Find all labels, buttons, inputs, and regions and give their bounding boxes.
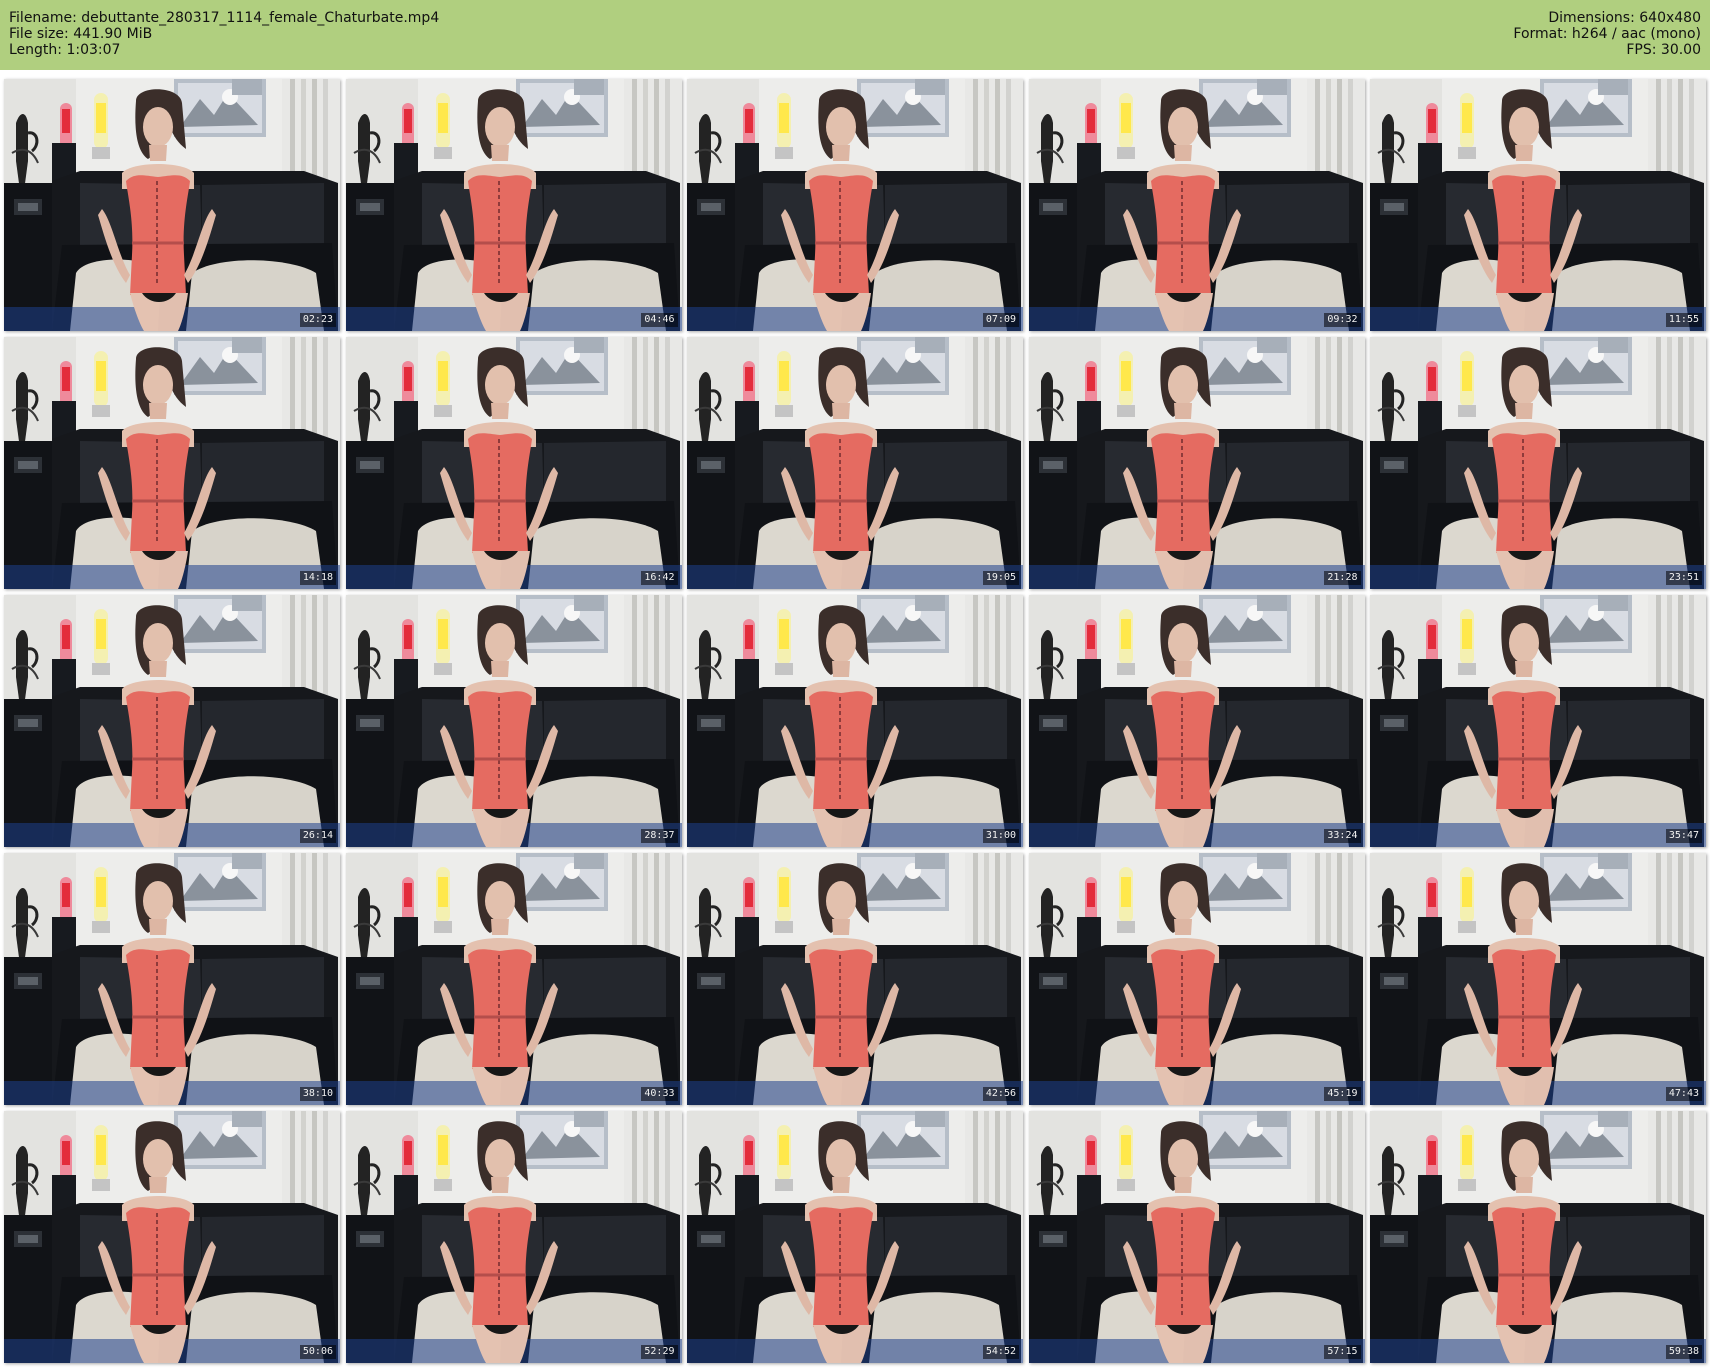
length-text: Length: 1:03:07	[9, 42, 121, 58]
timestamp-label: 54:52	[982, 1345, 1019, 1359]
thumbnail-grid: 02:23 04:46 07:09 09:32 11:55 14:18 16:4…	[4, 79, 1706, 1363]
fps-text: FPS: 30.00	[1626, 42, 1701, 58]
video-thumbnail[interactable]: 47:43	[1370, 853, 1706, 1105]
timestamp-label: 45:19	[1324, 1087, 1361, 1101]
video-thumbnail[interactable]: 26:14	[4, 595, 340, 847]
timestamp-label: 40:33	[641, 1087, 678, 1101]
video-thumbnail[interactable]: 28:37	[345, 595, 682, 847]
video-thumbnail[interactable]: 19:05	[687, 337, 1023, 589]
timestamp-label: 47:43	[1665, 1087, 1702, 1101]
timestamp-label: 07:09	[982, 313, 1019, 327]
timestamp-label: 02:23	[299, 313, 336, 327]
video-thumbnail[interactable]: 33:24	[1028, 595, 1365, 847]
video-thumbnail[interactable]: 50:06	[4, 1111, 340, 1363]
timestamp-label: 16:42	[641, 571, 678, 585]
video-thumbnail[interactable]: 21:28	[1028, 337, 1365, 589]
timestamp-label: 09:32	[1324, 313, 1361, 327]
timestamp-label: 11:55	[1665, 313, 1702, 327]
video-info-right: Dimensions: 640x480 Format: h264 / aac (…	[1513, 10, 1701, 58]
video-thumbnail[interactable]: 45:19	[1028, 853, 1365, 1105]
video-thumbnail[interactable]: 09:32	[1028, 79, 1365, 331]
dimensions-text: Dimensions: 640x480	[1548, 10, 1701, 26]
timestamp-label: 59:38	[1665, 1345, 1702, 1359]
video-thumbnail[interactable]: 38:10	[4, 853, 340, 1105]
video-info-left: Filename: debuttante_280317_1114_female_…	[9, 10, 439, 58]
video-thumbnail[interactable]: 57:15	[1028, 1111, 1365, 1363]
video-thumbnail[interactable]: 42:56	[687, 853, 1023, 1105]
timestamp-label: 38:10	[299, 1087, 336, 1101]
filename-text: Filename: debuttante_280317_1114_female_…	[9, 10, 440, 26]
timestamp-label: 23:51	[1665, 571, 1702, 585]
timestamp-label: 21:28	[1324, 571, 1361, 585]
video-thumbnail[interactable]: 14:18	[4, 337, 340, 589]
video-thumbnail[interactable]: 59:38	[1370, 1111, 1706, 1363]
video-thumbnail[interactable]: 31:00	[687, 595, 1023, 847]
video-thumbnail[interactable]: 07:09	[687, 79, 1023, 331]
video-thumbnail[interactable]: 04:46	[345, 79, 682, 331]
timestamp-label: 57:15	[1324, 1345, 1361, 1359]
timestamp-label: 14:18	[299, 571, 336, 585]
timestamp-label: 31:00	[982, 829, 1019, 843]
timestamp-label: 28:37	[641, 829, 678, 843]
timestamp-label: 04:46	[641, 313, 678, 327]
video-thumbnail[interactable]: 11:55	[1370, 79, 1706, 331]
video-thumbnail[interactable]: 23:51	[1370, 337, 1706, 589]
timestamp-label: 50:06	[299, 1345, 336, 1359]
video-thumbnail[interactable]: 35:47	[1370, 595, 1706, 847]
video-thumbnail[interactable]: 54:52	[687, 1111, 1023, 1363]
format-text: Format: h264 / aac (mono)	[1513, 26, 1701, 42]
video-thumbnail[interactable]: 52:29	[345, 1111, 682, 1363]
timestamp-label: 19:05	[982, 571, 1019, 585]
timestamp-label: 52:29	[641, 1345, 678, 1359]
file-size-text: File size: 441.90 MiB	[9, 26, 153, 42]
video-thumbnail[interactable]: 40:33	[345, 853, 682, 1105]
timestamp-label: 35:47	[1665, 829, 1702, 843]
timestamp-label: 33:24	[1324, 829, 1361, 843]
video-thumbnail[interactable]: 16:42	[345, 337, 682, 589]
video-thumbnail[interactable]: 02:23	[4, 79, 340, 331]
timestamp-label: 26:14	[299, 829, 336, 843]
video-info-header: Filename: debuttante_280317_1114_female_…	[0, 0, 1710, 70]
timestamp-label: 42:56	[982, 1087, 1019, 1101]
